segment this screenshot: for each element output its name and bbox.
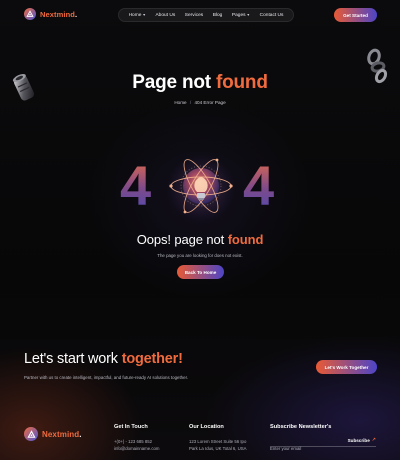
- arrow-up-right-icon: ↗: [371, 437, 376, 443]
- subscribe-label: Subscribe: [347, 437, 370, 443]
- page-title: Page not found: [132, 72, 268, 93]
- logo-mark-icon: [24, 427, 38, 441]
- newsletter-email-field: Subscribe ↗: [270, 437, 376, 453]
- breadcrumb-separator: /: [189, 100, 192, 105]
- footer-location-title: Our Location: [189, 424, 224, 430]
- page-root: Nextmind. Home ▼ About Us Services Blog P…: [0, 0, 400, 460]
- error-heading: Oops! page not found: [136, 232, 264, 247]
- brand-name: Nextmind.: [40, 9, 78, 19]
- footer-newsletter-title: Subscribe Newsletter's: [270, 424, 332, 430]
- footer-phone-link[interactable]: +(0+) - 123 685 852: [114, 439, 152, 444]
- footer-address-line-1: 123 Lorem Street Suite 56 Ipo: [189, 439, 247, 444]
- back-to-home-button[interactable]: Back To Home: [177, 265, 224, 279]
- breadcrumb-home-link[interactable]: Home: [174, 100, 186, 105]
- footer-brand-logo[interactable]: Nextmind.: [24, 427, 82, 441]
- logo-mark-icon: [24, 8, 36, 20]
- footer-brand-name: Nextmind.: [42, 429, 82, 439]
- nav-item-services[interactable]: Services: [185, 13, 203, 18]
- brand-logo[interactable]: Nextmind.: [24, 8, 77, 20]
- nav-item-contact[interactable]: Contact Us: [260, 13, 284, 18]
- cta-title: Let's start work together!: [24, 351, 183, 367]
- footer-address-line-2: Park La Idus, UK Total 6, USA: [189, 446, 247, 451]
- atom-lightbulb-icon: [167, 154, 235, 222]
- error-subtext: The page you are looking for does not ex…: [157, 253, 243, 258]
- subscribe-button[interactable]: Subscribe ↗: [348, 437, 376, 443]
- footer-contact-title: Get In Touch: [114, 424, 148, 430]
- nav-item-about[interactable]: About Us: [155, 13, 175, 18]
- footer-email-link[interactable]: info@domainname.com: [114, 446, 159, 451]
- nav-item-home[interactable]: Home ▼: [129, 13, 146, 18]
- get-started-button[interactable]: Get Started: [334, 8, 377, 22]
- breadcrumb-current: 404 Error Page: [194, 100, 226, 105]
- chevron-down-icon: ▼: [142, 13, 146, 17]
- chevron-down-icon: ▼: [246, 13, 251, 17]
- nav-item-blog[interactable]: Blog: [213, 13, 223, 18]
- cta-description: Partner with us to create intelligent, i…: [24, 375, 189, 380]
- newsletter-email-input[interactable]: [270, 444, 340, 453]
- breadcrumb: Home / 404 Error Page: [0, 100, 400, 105]
- error-digit-left: 4: [120, 154, 152, 217]
- lets-work-together-button[interactable]: Let's Work Together: [316, 360, 377, 374]
- error-digit-right: 4: [243, 154, 275, 217]
- main-nav: Home ▼ About Us Services Blog Pages ▼ Cont…: [118, 8, 294, 22]
- nav-item-pages[interactable]: Pages ▼: [232, 13, 250, 18]
- site-header: Nextmind. Home ▼ About Us Services Blog P…: [0, 0, 400, 30]
